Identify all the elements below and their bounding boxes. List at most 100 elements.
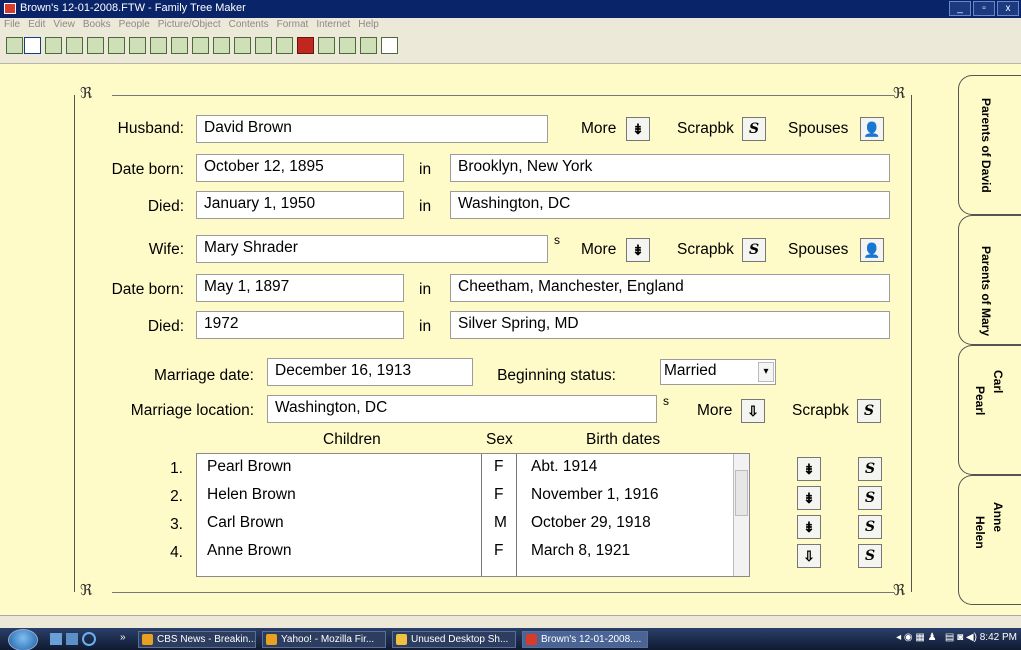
print-icon[interactable] — [6, 37, 23, 54]
report-icon[interactable] — [213, 37, 230, 54]
pedigree-icon[interactable] — [66, 37, 83, 54]
husband-spouses-button[interactable]: 👤 — [860, 117, 884, 141]
firefox-icon — [266, 634, 277, 645]
menu-format[interactable]: Format — [277, 18, 309, 32]
corner-flourish-bottom-right: ℜ — [893, 581, 906, 599]
tab-helen-anne[interactable]: Anne Helen — [958, 475, 1021, 605]
internet-explorer-icon[interactable] — [82, 632, 96, 646]
wife-born-place-field[interactable]: Cheetham, Manchester, England — [450, 274, 890, 302]
quicklaunch-overflow-icon[interactable]: » — [120, 632, 126, 643]
table-row[interactable]: Anne Brown F March 8, 1921 — [197, 538, 733, 566]
menu-internet[interactable]: Internet — [316, 18, 350, 32]
marriage-location-field[interactable]: Washington, DC — [267, 395, 657, 423]
child-3-more-button[interactable]: ⇟ — [797, 515, 821, 539]
family-page-icon[interactable] — [45, 37, 62, 54]
tab-pearl-label[interactable]: Pearl — [973, 386, 987, 415]
start-button[interactable] — [8, 629, 38, 650]
children-scrollbar[interactable] — [733, 454, 749, 576]
show-desktop-icon[interactable] — [50, 633, 62, 645]
tab-helen-label[interactable]: Helen — [973, 516, 987, 549]
wife-died-in-label: in — [419, 318, 432, 335]
wife-died-date-field[interactable]: 1972 — [196, 311, 404, 339]
marriage-scrapbook-button[interactable]: S — [857, 399, 881, 423]
husband-born-date-field[interactable]: October 12, 1895 — [196, 154, 404, 182]
child-1-scrapbook-button[interactable]: S — [858, 457, 882, 481]
maximize-button[interactable]: ▫ — [973, 1, 995, 16]
timeline-icon[interactable] — [276, 37, 293, 54]
wife-born-date-field[interactable]: May 1, 1897 — [196, 274, 404, 302]
tree-icon[interactable] — [87, 37, 104, 54]
tray-icons[interactable]: ◂ ◉ ▦ ♟ ▤ ◙ ◀) — [896, 632, 977, 643]
menu-help[interactable]: Help — [358, 18, 379, 32]
taskbar: » CBS News - Breakin... Yahoo! - Mozilla… — [0, 628, 1021, 650]
calendar-icon[interactable] — [339, 37, 356, 54]
task-yahoo[interactable]: Yahoo! - Mozilla Fir... — [262, 631, 386, 648]
register-icon[interactable] — [234, 37, 251, 54]
close-button[interactable]: x — [997, 1, 1019, 16]
child-sex: F — [494, 486, 504, 503]
menu-contents[interactable]: Contents — [229, 18, 269, 32]
menu-people[interactable]: People — [119, 18, 150, 32]
map-icon[interactable] — [318, 37, 335, 54]
child-name: Helen Brown — [207, 486, 296, 503]
task-unused-desktop[interactable]: Unused Desktop Sh... — [392, 631, 516, 648]
tab-parents-of-david[interactable]: Parents of David — [958, 75, 1021, 215]
marriage-more-button[interactable]: ⇩ — [741, 399, 765, 423]
child-number-1: 1. — [170, 460, 183, 477]
menu-file[interactable]: File — [4, 18, 20, 32]
marriage-date-field[interactable]: December 16, 1913 — [267, 358, 473, 386]
task-cbs-news[interactable]: CBS News - Breakin... — [138, 631, 256, 648]
people-icon[interactable] — [360, 37, 377, 54]
scrollbar-thumb[interactable] — [735, 470, 748, 516]
child-2-scrapbook-button[interactable]: S — [858, 486, 882, 510]
clock[interactable]: 8:42 PM — [980, 632, 1017, 643]
husband-more-button[interactable]: ⇟ — [626, 117, 650, 141]
child-4-scrapbook-button[interactable]: S — [858, 544, 882, 568]
minimize-button[interactable]: _ — [949, 1, 971, 16]
husband-name-field[interactable]: David Brown — [196, 115, 548, 143]
top-rule — [112, 95, 894, 96]
outline-icon[interactable] — [171, 37, 188, 54]
wife-spouses-button[interactable]: 👤 — [860, 238, 884, 262]
tab-parents-of-mary[interactable]: Parents of Mary — [958, 215, 1021, 345]
child-1-more-button[interactable]: ⇟ — [797, 457, 821, 481]
wife-died-place-field[interactable]: Silver Spring, MD — [450, 311, 890, 339]
husband-born-place-field[interactable]: Brooklyn, New York — [450, 154, 890, 182]
task-family-tree-maker[interactable]: Brown's 12-01-2008.... — [522, 631, 648, 648]
genealogy-report-icon[interactable] — [255, 37, 272, 54]
task-label: Yahoo! - Mozilla Fir... — [281, 634, 375, 645]
book-icon[interactable] — [297, 37, 314, 54]
hourglass-tree-icon[interactable] — [150, 37, 167, 54]
fan-chart-icon[interactable] — [192, 37, 209, 54]
menu-books[interactable]: Books — [83, 18, 111, 32]
ancestor-tree-icon[interactable] — [108, 37, 125, 54]
table-row[interactable]: Helen Brown F November 1, 1916 — [197, 482, 733, 510]
menu-picture-object[interactable]: Picture/Object — [158, 18, 221, 32]
husband-scrapbook-button[interactable]: S — [742, 117, 766, 141]
descendant-tree-icon[interactable] — [129, 37, 146, 54]
child-4-more-button[interactable]: ⇩ — [797, 544, 821, 568]
corner-flourish-top-left: ℜ — [80, 84, 93, 102]
menu-edit[interactable]: Edit — [28, 18, 45, 32]
menu-view[interactable]: View — [53, 18, 75, 32]
back-arrow-icon[interactable] — [24, 37, 41, 54]
switch-windows-icon[interactable] — [66, 633, 78, 645]
tab-anne-label[interactable]: Anne — [991, 502, 1005, 532]
find-person-icon[interactable] — [381, 37, 398, 54]
child-sex: F — [494, 458, 504, 475]
child-2-more-button[interactable]: ⇟ — [797, 486, 821, 510]
husband-died-date-field[interactable]: January 1, 1950 — [196, 191, 404, 219]
husband-born-in-label: in — [419, 161, 432, 178]
beginning-status-select[interactable]: Married ▾ — [660, 359, 776, 385]
tab-pearl-carl[interactable]: Carl Pearl — [958, 345, 1021, 475]
table-row[interactable]: Carl Brown M October 29, 1918 — [197, 510, 733, 538]
wife-scrapbook-button[interactable]: S — [742, 238, 766, 262]
wife-more-button[interactable]: ⇟ — [626, 238, 650, 262]
husband-died-place-field[interactable]: Washington, DC — [450, 191, 890, 219]
wife-name-field[interactable]: Mary Shrader — [196, 235, 548, 263]
dropdown-arrow-icon[interactable]: ▾ — [758, 362, 774, 382]
child-3-scrapbook-button[interactable]: S — [858, 515, 882, 539]
table-row[interactable]: Pearl Brown F Abt. 1914 — [197, 454, 733, 482]
tab-carl-label[interactable]: Carl — [991, 370, 1005, 393]
marriage-scrapbk-label: Scrapbk — [792, 402, 849, 419]
